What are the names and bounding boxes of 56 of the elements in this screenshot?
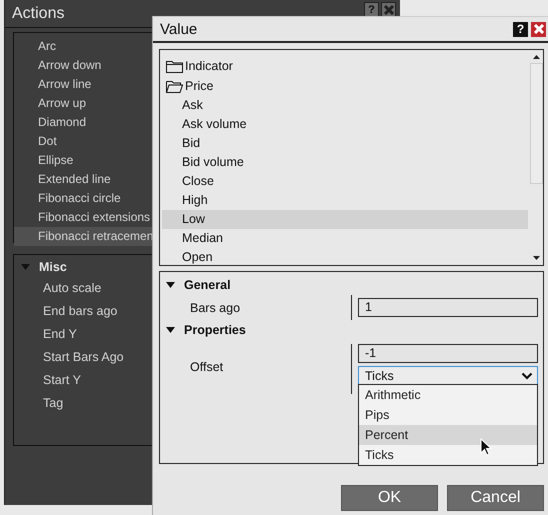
section-title: Misc <box>39 260 67 274</box>
value-field[interactable]: -1 <box>358 344 538 363</box>
tree-item[interactable]: Median <box>162 229 528 248</box>
dialog-button[interactable]: OK <box>341 485 438 511</box>
close-icon <box>384 4 394 14</box>
action-item[interactable]: Arc <box>14 37 152 56</box>
dialog-title: Value <box>160 20 198 38</box>
category-title: General <box>184 278 231 292</box>
tree-item[interactable]: Ask volume <box>162 115 528 134</box>
action-item[interactable]: Extended line <box>14 170 152 189</box>
action-item[interactable]: Arrow line <box>14 75 152 94</box>
action-item[interactable]: Fibonacci extensions <box>14 208 152 227</box>
help-button[interactable]: ? <box>513 22 528 36</box>
dropdown-option[interactable]: Arithmetic <box>359 385 537 405</box>
dialog-button[interactable]: Cancel <box>447 485 544 511</box>
tree-item[interactable]: Open <box>162 248 528 265</box>
expand-icon[interactable] <box>166 282 175 288</box>
tree-item[interactable]: High <box>162 191 528 210</box>
dropdown-option[interactable]: Percent <box>359 425 537 445</box>
property-label: Offset <box>189 360 224 374</box>
tree-item[interactable]: Close <box>162 172 528 191</box>
unit-dropdown[interactable]: Ticks <box>358 366 538 386</box>
scroll-thumb[interactable] <box>530 63 542 184</box>
chevron-down-icon <box>521 372 533 380</box>
close-icon <box>534 24 544 34</box>
value-field[interactable]: 1 <box>358 298 538 317</box>
action-item[interactable]: Fibonacci retracemen <box>14 227 152 246</box>
close-button[interactable] <box>381 2 396 17</box>
expand-icon[interactable] <box>166 327 175 333</box>
property-label: Start Y <box>42 372 82 389</box>
scroll-down-icon[interactable] <box>532 256 540 260</box>
tree-item[interactable]: Bid <box>162 134 528 153</box>
window-title: Actions <box>12 4 64 22</box>
category-title: Properties <box>184 323 246 337</box>
mouse-cursor-icon <box>480 438 492 456</box>
scroll-up-icon[interactable] <box>532 55 540 59</box>
property-label: Tag <box>42 395 64 412</box>
action-item[interactable]: Ellipse <box>14 151 152 170</box>
action-item[interactable]: Dot <box>14 132 152 151</box>
action-item[interactable]: Arrow up <box>14 94 152 113</box>
property-label: Auto scale <box>42 280 102 297</box>
property-label: Start Bars Ago <box>42 349 125 366</box>
action-item[interactable]: Fibonacci circle <box>14 189 152 208</box>
property-label: Bars ago <box>189 300 242 314</box>
tree-item[interactable]: Price <box>185 79 214 93</box>
dropdown-option[interactable]: Pips <box>359 405 537 425</box>
action-item[interactable]: Diamond <box>14 113 152 132</box>
tree-item[interactable]: Low <box>162 210 528 229</box>
property-label: End bars ago <box>42 303 118 320</box>
dropdown-option[interactable]: Ticks <box>359 445 537 465</box>
property-label: End Y <box>42 326 78 343</box>
close-button[interactable] <box>531 22 546 36</box>
tree-item[interactable]: Bid volume <box>162 153 528 172</box>
action-item[interactable]: Arrow down <box>14 56 152 75</box>
tree-item[interactable]: Ask <box>162 96 528 115</box>
tree-item[interactable]: Indicator <box>185 59 233 73</box>
